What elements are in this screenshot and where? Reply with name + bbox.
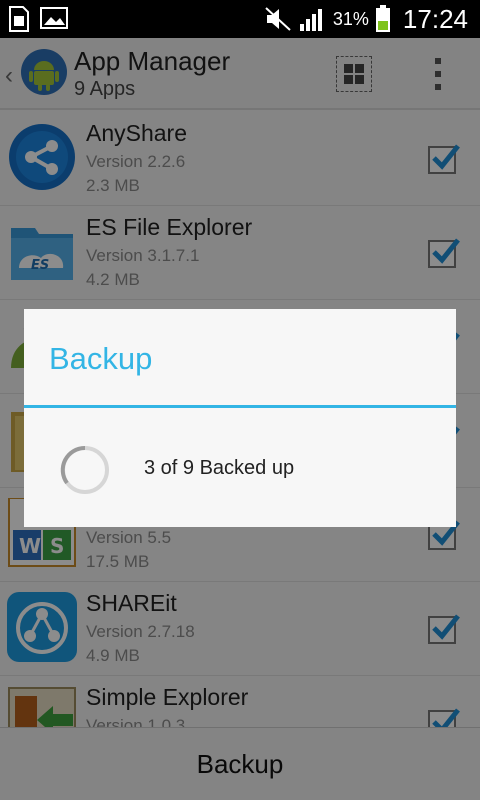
progress-spinner-icon	[60, 445, 109, 494]
status-bar: 31% 17:24	[0, 0, 480, 38]
mute-icon	[265, 7, 291, 31]
clock: 17:24	[402, 3, 468, 34]
battery-percentage: 31%	[332, 8, 369, 29]
backup-dialog: Backup 3 of 9 Backed up	[24, 309, 456, 527]
battery-icon	[375, 5, 390, 32]
signal-icon	[299, 9, 322, 31]
image-notification-icon	[40, 7, 68, 29]
backup-progress-text: 3 of 9 Backed up	[144, 457, 295, 479]
sim-card-icon	[9, 6, 29, 32]
dialog-divider	[24, 405, 456, 408]
dialog-title: Backup	[49, 341, 153, 376]
